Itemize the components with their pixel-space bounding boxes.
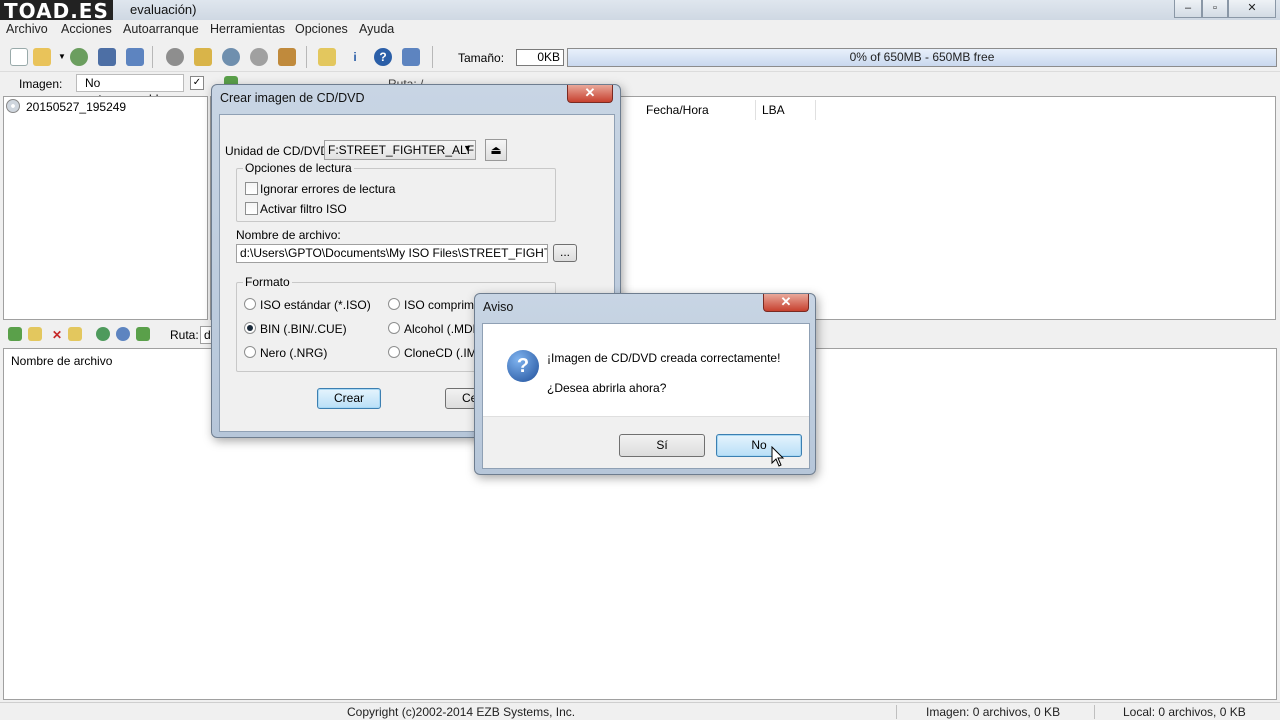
delete-icon[interactable]: ✕ <box>48 326 66 344</box>
format-nrg-label: Nero (.NRG) <box>260 346 328 360</box>
status-bar: Copyright (c)2002-2014 EZB Systems, Inc.… <box>0 702 1280 720</box>
image-label: Imagen: <box>19 77 63 91</box>
menu-acciones[interactable]: Acciones <box>61 22 112 36</box>
format-clonecd-radio[interactable] <box>388 346 400 358</box>
refresh-local-icon[interactable] <box>136 327 150 341</box>
menu-opciones[interactable]: Opciones <box>295 22 348 36</box>
save-as-icon[interactable] <box>126 48 144 66</box>
rename-icon[interactable] <box>68 327 82 341</box>
boot-properties-icon[interactable]: ✓ <box>190 76 204 90</box>
boot-status-field[interactable]: No autoarrancable <box>76 74 184 106</box>
cd-icon <box>6 99 20 113</box>
drive-label: Unidad de CD/DVD: <box>225 144 333 158</box>
eject-icon[interactable]: ⏏ <box>485 139 507 161</box>
disc-icon[interactable] <box>166 48 184 66</box>
notice-dialog-close-button[interactable]: ✕ <box>763 294 809 312</box>
notice-message-2: ¿Desea abrirla ahora? <box>547 381 667 395</box>
iso-filter-checkbox[interactable] <box>245 202 258 215</box>
tree-root-item[interactable]: 20150527_195249 <box>26 100 126 114</box>
notice-dialog-body: ? ¡Imagen de CD/DVD creada correctamente… <box>482 323 810 469</box>
tools-icon[interactable] <box>278 48 296 66</box>
menu-herramientas[interactable]: Herramientas <box>210 22 285 36</box>
minimize-button[interactable]: – <box>1174 0 1202 18</box>
open-folder-icon[interactable] <box>33 48 51 66</box>
network-icon[interactable] <box>96 327 110 341</box>
refresh-icon[interactable] <box>70 48 88 66</box>
menu-autoarranque[interactable]: Autoarranque <box>123 22 199 36</box>
format-alcohol-radio[interactable] <box>388 322 400 334</box>
status-local-info: Local: 0 archivos, 0 KB <box>1123 705 1246 719</box>
notice-dialog: Aviso ✕ ? ¡Imagen de CD/DVD creada corre… <box>474 293 816 475</box>
create-dialog-close-button[interactable]: ✕ <box>567 85 613 103</box>
save-icon[interactable] <box>98 48 116 66</box>
column-lba[interactable]: LBA <box>756 100 816 120</box>
status-copyright: Copyright (c)2002-2014 EZB Systems, Inc. <box>347 705 576 719</box>
capacity-text: 0% of 650MB - 650MB free <box>849 50 995 64</box>
filename-field[interactable]: d:\Users\GPTO\Documents\My ISO Files\STR… <box>236 244 548 263</box>
format-label: Formato <box>243 275 292 289</box>
format-compressed-radio[interactable] <box>388 298 400 310</box>
local-path-label: Ruta: <box>170 328 199 342</box>
menu-archivo[interactable]: Archivo <box>6 22 48 36</box>
format-iso-label: ISO estándar (*.ISO) <box>260 298 371 312</box>
burn-icon[interactable] <box>250 48 268 66</box>
image-tree-pane[interactable] <box>3 96 208 320</box>
exit-icon[interactable] <box>402 48 420 66</box>
notice-dialog-title: Aviso <box>483 300 514 314</box>
question-icon: ? <box>507 350 539 382</box>
maximize-button[interactable]: ▫ <box>1202 0 1228 18</box>
menu-bar: Archivo Acciones Autoarranque Herramient… <box>0 20 1280 40</box>
ignore-errors-checkbox[interactable] <box>245 182 258 195</box>
up-folder-icon[interactable] <box>8 327 22 341</box>
column-datetime[interactable]: Fecha/Hora <box>640 100 756 120</box>
window-close-button[interactable]: ✕ <box>1228 0 1276 18</box>
column-filename[interactable]: Nombre de archivo <box>6 352 206 370</box>
format-bin-label: BIN (.BIN/.CUE) <box>260 322 347 336</box>
format-alcohol-label: Alcohol (.MDF/ <box>404 322 484 336</box>
menu-ayuda[interactable]: Ayuda <box>359 22 394 36</box>
status-image-info: Imagen: 0 archivos, 0 KB <box>926 705 1061 719</box>
window-title: evaluación) <box>130 2 197 17</box>
mouse-cursor-icon <box>771 446 785 467</box>
dropdown-arrow-icon[interactable]: ▼ <box>53 48 71 66</box>
chevron-down-icon: ▼ <box>463 143 472 153</box>
properties-icon[interactable] <box>318 48 336 66</box>
new-icon[interactable] <box>10 48 28 66</box>
yes-button[interactable]: Sí <box>619 434 705 457</box>
size-value: 0KB <box>516 49 564 66</box>
help-icon[interactable]: ? <box>374 48 392 66</box>
drive-select[interactable]: F:STREET_FIGHTER_ALF <box>324 140 476 160</box>
create-dialog-title: Crear imagen de CD/DVD <box>220 91 365 105</box>
iso-filter-label: Activar filtro ISO <box>260 202 347 216</box>
no-button[interactable]: No <box>716 434 802 457</box>
ignore-errors-label: Ignorar errores de lectura <box>260 182 396 196</box>
format-compressed-label: ISO comprimid <box>404 298 484 312</box>
zoom-icon[interactable] <box>222 48 240 66</box>
format-nrg-radio[interactable] <box>244 346 256 358</box>
create-button[interactable]: Crear <box>317 388 381 409</box>
size-label: Tamaño: <box>458 51 505 65</box>
notice-message-1: ¡Imagen de CD/DVD creada correctamente! <box>547 351 781 365</box>
filename-label: Nombre de archivo: <box>236 228 341 242</box>
capacity-bar: 0% of 650MB - 650MB free <box>567 48 1277 67</box>
watermark-logo: TOAD.ES <box>0 0 113 22</box>
format-bin-radio[interactable] <box>244 322 256 334</box>
settings-icon[interactable] <box>116 327 130 341</box>
new-folder-icon[interactable] <box>28 327 42 341</box>
info-icon[interactable]: i <box>346 48 364 66</box>
browse-button[interactable]: ... <box>553 244 577 262</box>
folder-icon[interactable] <box>194 48 212 66</box>
read-options-label: Opciones de lectura <box>243 161 354 175</box>
format-iso-radio[interactable] <box>244 298 256 310</box>
